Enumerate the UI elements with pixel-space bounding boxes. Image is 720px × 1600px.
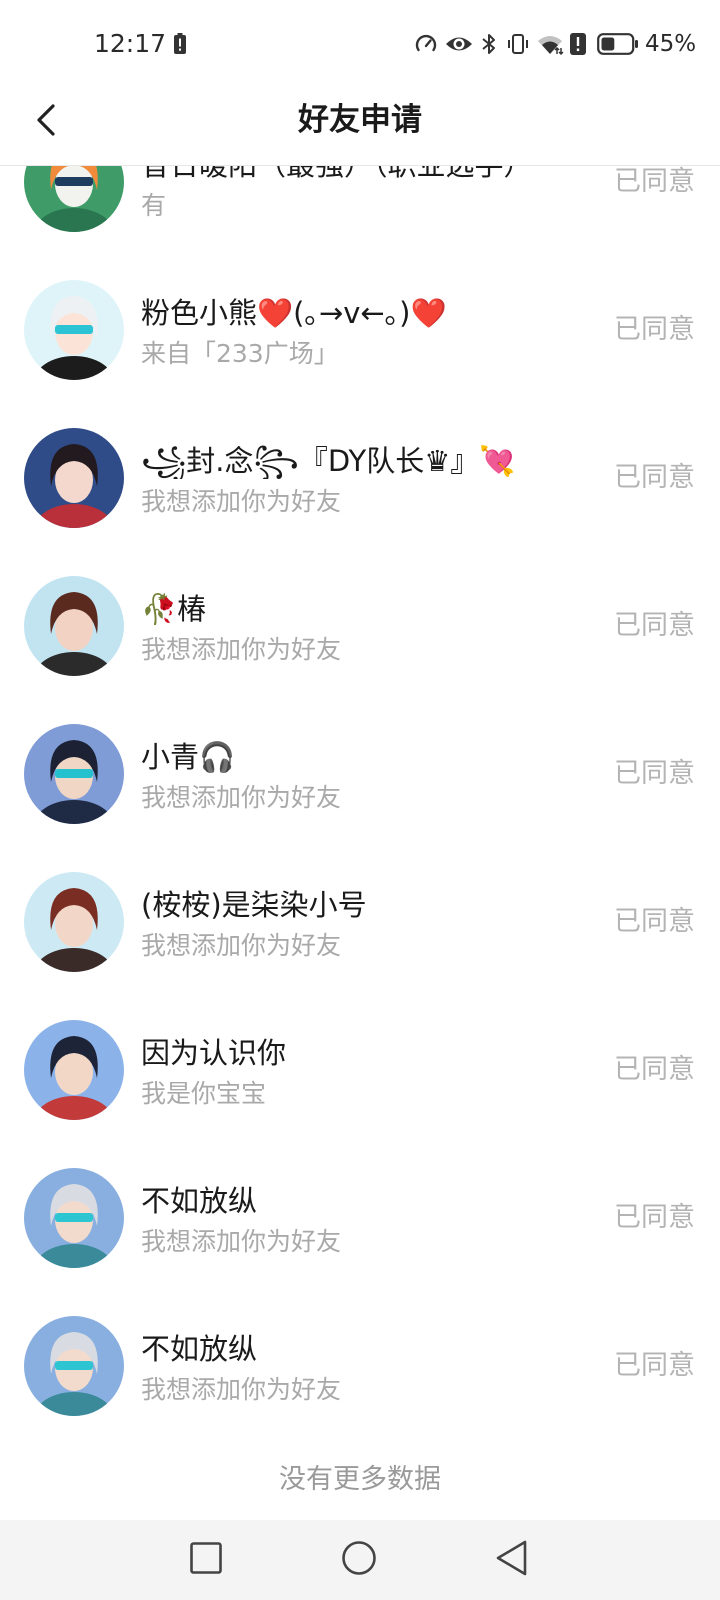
friend-request-row[interactable]: 不如放纵 我想添加你为好友 已同意 [0, 1144, 720, 1292]
requester-avatar[interactable] [24, 279, 124, 380]
friend-request-row[interactable]: 粉色小熊❤️(｡→v←｡)❤️ 来自「233广场」 已同意 [0, 256, 720, 404]
requester-name[interactable]: 不如放纵 [141, 1331, 570, 1367]
request-status: 已同意 [614, 1201, 695, 1233]
list-footer: 没有更多数据 [0, 1440, 720, 1520]
home-icon[interactable] [339, 1538, 379, 1578]
recent-apps-icon[interactable] [186, 1538, 226, 1578]
request-message: 我想添加你为好友 [141, 634, 342, 664]
friend-request-row[interactable]: 🥀椿 我想添加你为好友 已同意 [0, 552, 720, 700]
request-status: 已同意 [614, 609, 695, 641]
battery-icon [597, 33, 638, 55]
requester-name[interactable]: 🥀椿 [141, 591, 570, 627]
requester-avatar[interactable] [24, 575, 124, 676]
request-status: 已同意 [614, 166, 695, 197]
no-more-data-text: 没有更多数据 [279, 1463, 441, 1495]
home-button[interactable] [339, 1538, 379, 1578]
friend-request-row[interactable]: ꧁封.念꧂『DY队长♛』💘 我想添加你为好友 已同意 [0, 404, 720, 552]
request-message: 有 [141, 190, 167, 220]
request-status: 已同意 [614, 757, 695, 789]
friend-request-row[interactable]: (桉桉)是柒染小号 我想添加你为好友 已同意 [0, 848, 720, 996]
requester-avatar[interactable] [24, 427, 124, 528]
request-message: 我想添加你为好友 [141, 782, 342, 812]
requester-avatar[interactable] [24, 166, 124, 232]
request-status: 已同意 [614, 313, 695, 345]
requester-name[interactable]: 因为认识你 [141, 1035, 570, 1071]
alert-icon [570, 33, 586, 55]
app-header: 好友申请 [0, 86, 720, 166]
request-status: 已同意 [614, 905, 695, 937]
request-message: 我想添加你为好友 [141, 1374, 342, 1404]
bluetooth-icon [482, 34, 495, 54]
requester-name[interactable]: ꧁封.念꧂『DY队长♛』💘 [141, 443, 570, 479]
system-navigation-bar [0, 1520, 720, 1600]
eye-icon [446, 37, 472, 51]
request-message: 我想添加你为好友 [141, 486, 342, 516]
requester-name[interactable]: 不如放纵 [141, 1183, 570, 1219]
request-status: 已同意 [614, 1349, 695, 1381]
battery-percent: 45% [645, 31, 697, 57]
request-status: 已同意 [614, 1053, 695, 1085]
back-icon[interactable] [492, 1538, 532, 1578]
requester-name[interactable]: 粉色小熊❤️(｡→v←｡)❤️ [141, 295, 570, 331]
friend-request-row[interactable]: 小青🎧 我想添加你为好友 已同意 [0, 700, 720, 848]
avatar-visor [55, 768, 93, 778]
avatar-visor [55, 324, 93, 334]
friend-request-row[interactable]: 昔日暖阳（最强）（职业选手） 有 已同意 [0, 166, 720, 256]
requester-name[interactable]: (桉桉)是柒染小号 [141, 887, 570, 923]
requester-avatar[interactable] [24, 1019, 124, 1120]
avatar-visor [55, 1360, 93, 1370]
requester-avatar[interactable] [24, 1315, 124, 1416]
clock-time: 12:17 [94, 29, 167, 58]
friend-request-row[interactable]: 因为认识你 我是你宝宝 已同意 [0, 996, 720, 1144]
request-status: 已同意 [614, 461, 695, 493]
request-message: 来自「233广场」 [141, 338, 339, 368]
friend-request-row[interactable]: 不如放纵 我想添加你为好友 已同意 [0, 1292, 720, 1440]
requester-avatar[interactable] [24, 1167, 124, 1268]
avatar-visor [55, 176, 93, 186]
requester-avatar[interactable] [24, 871, 124, 972]
system-back-button[interactable] [492, 1538, 532, 1578]
status-bar: 12:17 45% [0, 0, 720, 86]
requester-name[interactable]: 小青🎧 [141, 739, 570, 775]
friend-request-list[interactable]: 昔日暖阳（最强）（职业选手） 有 已同意 粉色小熊❤️(｡→v←｡)❤️ 来自「… [0, 166, 720, 1520]
battery-fill [601, 37, 615, 51]
request-message: 我是你宝宝 [141, 1078, 267, 1108]
request-message: 我想添加你为好友 [141, 930, 342, 960]
wifi-icon [538, 36, 564, 56]
requester-avatar[interactable] [24, 723, 124, 824]
vibrate-icon [508, 34, 528, 54]
avatar-visor [55, 1212, 93, 1222]
battery-alert-icon [174, 33, 186, 54]
page-title: 好友申请 [298, 102, 422, 138]
recent-apps-button[interactable] [186, 1538, 226, 1578]
speedometer-icon [415, 34, 437, 52]
requester-name[interactable]: 昔日暖阳（最强）（职业选手） [141, 166, 570, 183]
request-message: 我想添加你为好友 [141, 1226, 342, 1256]
